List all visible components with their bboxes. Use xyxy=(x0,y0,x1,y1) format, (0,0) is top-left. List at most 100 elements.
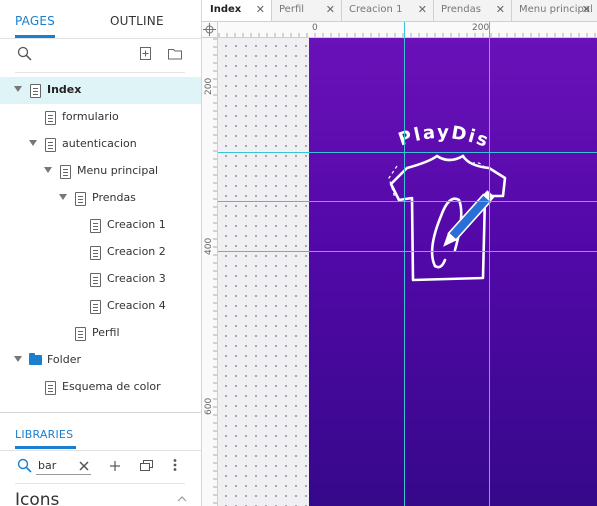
doc-tab[interactable]: Perfil ✕ xyxy=(271,0,342,21)
page-item-label: Index xyxy=(47,83,82,96)
tab-outline[interactable]: OUTLINE xyxy=(110,14,164,28)
page-item[interactable]: formulario xyxy=(0,104,201,131)
ruler-corner xyxy=(202,22,218,38)
playdis-logo[interactable]: PlayDis xyxy=(309,38,597,506)
page-item-label: Creacion 1 xyxy=(107,218,166,231)
canvas-area: Index ✕ Perfil ✕ Creacion 1 ✕ Prendas ✕ Menu pri… xyxy=(202,0,597,506)
page-item-label: Folder xyxy=(47,353,81,366)
close-icon[interactable]: ✕ xyxy=(326,3,335,16)
page-item[interactable]: Menu principal xyxy=(0,158,201,185)
doc-tab[interactable]: Index ✕ xyxy=(202,0,272,21)
page-item[interactable]: Creacion 3 xyxy=(0,266,201,293)
page-icon xyxy=(45,381,56,395)
search-icon xyxy=(17,458,32,473)
doc-tab-label: Creacion 1 xyxy=(349,4,403,15)
doc-tab[interactable]: Menu principal ✕ xyxy=(511,0,597,21)
guide-horizontal[interactable] xyxy=(218,152,597,153)
active-tab-indicator xyxy=(15,35,55,38)
page-item-label: formulario xyxy=(62,110,119,123)
library-search-divider xyxy=(15,483,185,484)
page-item[interactable]: autenticacion xyxy=(0,131,201,158)
page-item[interactable]: Folder xyxy=(0,347,201,374)
ruler-label-200: 200 xyxy=(472,23,490,33)
page-icon xyxy=(45,138,56,152)
canvas-dot-grid[interactable] xyxy=(218,38,308,506)
doc-tab-label: Prendas xyxy=(441,4,481,15)
close-icon[interactable]: ✕ xyxy=(496,3,505,16)
page-item-label: autenticacion xyxy=(62,137,137,150)
guide-horizontal[interactable] xyxy=(218,201,597,202)
expand-arrow-icon[interactable] xyxy=(44,167,52,173)
doc-tab[interactable]: Prendas ✕ xyxy=(433,0,512,21)
close-icon[interactable]: ✕ xyxy=(256,3,265,16)
libraries-divider xyxy=(0,412,201,413)
ruler-label-200: 200 xyxy=(204,77,214,95)
panel-tabs: PAGES OUTLINE xyxy=(0,0,201,39)
library-search-input[interactable]: bar xyxy=(38,459,56,472)
ruler-ticks xyxy=(213,38,217,504)
doc-tab-label: Perfil xyxy=(279,4,305,15)
page-item-label: Perfil xyxy=(92,326,120,339)
more-options-icon[interactable] xyxy=(172,458,178,472)
horizontal-ruler: 0 200 xyxy=(218,22,597,38)
expand-arrow-icon[interactable] xyxy=(14,86,22,92)
page-item[interactable]: Creacion 1 xyxy=(0,212,201,239)
tab-pages[interactable]: PAGES xyxy=(15,14,55,28)
page-item[interactable]: Perfil xyxy=(0,320,201,347)
page-icon xyxy=(30,84,41,98)
chevron-up-icon[interactable] xyxy=(177,495,187,502)
page-item-label: Prendas xyxy=(92,191,136,204)
page-item[interactable]: Index xyxy=(0,77,201,104)
page-item[interactable]: Prendas xyxy=(0,185,201,212)
document-tabs: Index ✕ Perfil ✕ Creacion 1 ✕ Prendas ✕ Menu pri… xyxy=(202,0,597,22)
clear-search-icon[interactable] xyxy=(79,461,89,471)
doc-tab[interactable]: Creacion 1 ✕ xyxy=(341,0,434,21)
tshirt-icon xyxy=(389,154,507,282)
libraries-tab-indicator xyxy=(15,446,76,449)
pencil-icon xyxy=(443,190,495,247)
close-icon[interactable]: ✕ xyxy=(582,3,591,16)
logo-text: PlayDis xyxy=(396,122,493,152)
page-icon xyxy=(90,219,101,233)
expand-arrow-icon[interactable] xyxy=(59,194,67,200)
page-icon xyxy=(45,111,56,125)
library-copy-icon[interactable] xyxy=(139,459,154,472)
toolbar-divider xyxy=(15,72,185,73)
page-item[interactable]: Creacion 2 xyxy=(0,239,201,266)
page-item[interactable]: Creacion 4 xyxy=(0,293,201,320)
library-section-icons[interactable]: Icons xyxy=(15,490,59,506)
guide-vertical[interactable] xyxy=(404,22,405,506)
artboard-index[interactable]: PlayDis xyxy=(309,38,597,506)
page-icon xyxy=(75,192,86,206)
ruler-label-0: 0 xyxy=(312,23,318,33)
search-underline xyxy=(36,474,91,475)
page-item-label: Creacion 4 xyxy=(107,299,166,312)
add-library-icon[interactable] xyxy=(109,460,121,472)
libraries-title[interactable]: LIBRARIES xyxy=(15,428,73,441)
page-item-label: Creacion 2 xyxy=(107,245,166,258)
folder-icon xyxy=(29,353,42,365)
vertical-ruler: 200 400 600 xyxy=(202,38,218,506)
page-item-label: Menu principal xyxy=(77,164,159,177)
expand-arrow-icon[interactable] xyxy=(14,356,22,362)
page-icon xyxy=(75,327,86,341)
libraries-header-divider xyxy=(0,450,201,451)
page-item[interactable]: Esquema de color xyxy=(0,374,201,401)
ruler-label-400: 400 xyxy=(204,237,214,255)
crosshair-icon[interactable] xyxy=(202,22,217,37)
search-icon[interactable] xyxy=(17,46,33,62)
page-item-label: Creacion 3 xyxy=(107,272,166,285)
close-icon[interactable]: ✕ xyxy=(418,3,427,16)
page-item-label: Esquema de color xyxy=(62,380,161,393)
page-icon xyxy=(90,273,101,287)
ruler-ticks xyxy=(218,33,596,37)
page-icon xyxy=(60,165,71,179)
page-icon xyxy=(90,246,101,260)
page-icon xyxy=(90,300,101,314)
add-folder-icon[interactable] xyxy=(167,46,183,61)
left-panel: PAGES OUTLINE Index formulario autenticaci… xyxy=(0,0,202,506)
guide-horizontal[interactable] xyxy=(218,251,597,252)
add-page-icon[interactable] xyxy=(139,46,153,61)
guide-vertical[interactable] xyxy=(489,22,490,506)
expand-arrow-icon[interactable] xyxy=(29,140,37,146)
